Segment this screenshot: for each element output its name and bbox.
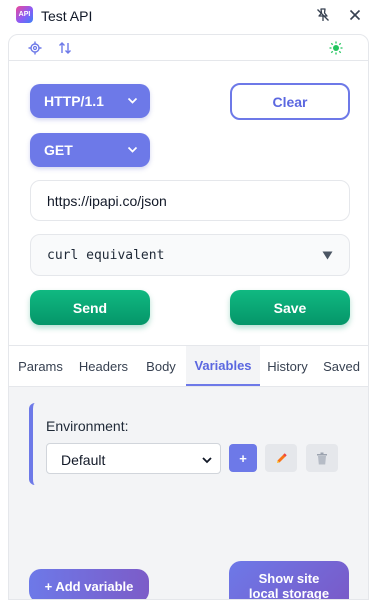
show-local-storage-button[interactable]: Show site local storage	[229, 561, 349, 600]
tab-saved[interactable]: Saved	[315, 346, 368, 386]
triangle-down-icon	[322, 251, 333, 260]
tab-headers[interactable]: Headers	[72, 346, 135, 386]
sort-button[interactable]	[56, 39, 74, 57]
environment-value: Default	[61, 452, 106, 468]
panel-toolbar	[9, 35, 368, 61]
app-logo-icon: API	[16, 6, 33, 23]
sort-arrows-icon	[59, 42, 71, 54]
close-icon	[349, 9, 361, 21]
clear-button[interactable]: Clear	[230, 83, 350, 120]
window-title: Test API	[41, 8, 93, 24]
theme-toggle-button[interactable]	[327, 39, 345, 57]
chevron-down-icon	[127, 97, 138, 104]
pin-off-icon	[317, 8, 329, 21]
add-variable-button[interactable]: + Add variable	[29, 569, 149, 599]
delete-environment-button[interactable]	[306, 444, 338, 472]
tab-params[interactable]: Params	[9, 346, 72, 386]
request-tabs: Params Headers Body Variables History Sa…	[9, 345, 368, 387]
edit-environment-button[interactable]	[265, 444, 297, 472]
environment-select[interactable]: Default	[46, 443, 221, 474]
tab-body[interactable]: Body	[135, 346, 187, 386]
unpin-button[interactable]	[314, 6, 332, 24]
environment-card: Environment: Default +	[29, 403, 349, 485]
trash-icon	[317, 452, 327, 464]
close-window-button[interactable]	[346, 6, 364, 24]
tab-variables[interactable]: Variables	[186, 346, 260, 386]
main-panel: HTTP/1.1 Clear GET curl equivalent Send …	[8, 34, 369, 600]
chevron-down-icon	[127, 146, 138, 153]
chevron-down-icon	[202, 457, 212, 464]
protocol-select[interactable]: HTTP/1.1	[30, 84, 150, 118]
pencil-icon	[276, 452, 287, 463]
curl-label: curl equivalent	[47, 248, 165, 263]
title-bar: API Test API	[0, 0, 377, 32]
protocol-value: HTTP/1.1	[44, 93, 104, 109]
variables-panel: Environment: Default + + Add variable Sh…	[9, 387, 368, 600]
sun-icon	[329, 41, 343, 55]
send-button[interactable]: Send	[30, 290, 150, 325]
show-storage-label: Show site local storage	[248, 571, 330, 600]
method-select[interactable]: GET	[30, 133, 150, 167]
curl-equivalent-toggle[interactable]: curl equivalent	[30, 234, 350, 276]
save-button[interactable]: Save	[230, 290, 350, 325]
method-value: GET	[44, 142, 73, 158]
add-environment-button[interactable]: +	[229, 444, 257, 472]
gear-icon	[28, 41, 42, 55]
environment-label: Environment:	[46, 418, 129, 434]
tab-history[interactable]: History	[260, 346, 315, 386]
url-input[interactable]	[30, 180, 350, 221]
settings-button[interactable]	[26, 39, 44, 57]
